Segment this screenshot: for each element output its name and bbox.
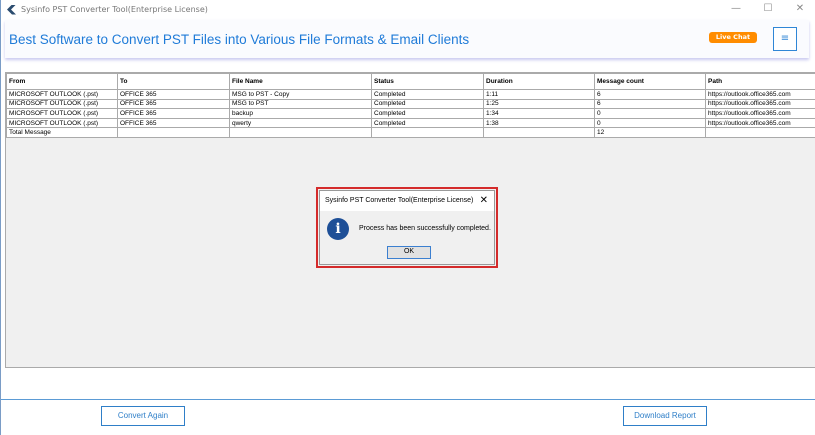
close-icon[interactable]: ✕	[784, 0, 815, 18]
table-cell: 1:34	[483, 108, 595, 119]
column-header[interactable]: To	[117, 73, 230, 90]
table-header: From To File Name Status Duration Message cou…	[6, 73, 815, 90]
table-row[interactable]: MICROSOFT OUTLOOK (.pst) OFFICE 365 qwerty…	[6, 117, 815, 129]
dialog-message: Process has been successfully completed.	[359, 225, 491, 232]
table-cell: MICROSOFT OUTLOOK (.pst)	[6, 117, 118, 129]
table-cell: 6	[594, 89, 706, 100]
table-cell: https://outlook.office365.com	[705, 89, 815, 100]
table-cell: Completed	[371, 89, 484, 100]
table-cell: Completed	[371, 117, 484, 129]
headline: Best Software to Convert PST Files into …	[9, 31, 470, 47]
table-cell: MICROSOFT OUTLOOK (.pst)	[6, 89, 118, 100]
table-cell: https://outlook.office365.com	[705, 108, 815, 119]
table-cell: MICROSOFT OUTLOOK (.pst)	[6, 98, 118, 110]
table-cell	[229, 127, 372, 138]
dialog-highlight: Sysinfo PST Converter Tool(Enterprise Li…	[316, 187, 498, 268]
app-logo-icon	[7, 4, 16, 15]
results-table: From To File Name Status Duration Message cou…	[6, 73, 815, 138]
column-header[interactable]: File Name	[229, 73, 372, 90]
table-cell: OFFICE 365	[117, 98, 230, 110]
table-cell: 0	[594, 108, 706, 119]
table-cell: qwerty	[229, 117, 372, 129]
table-row[interactable]: MICROSOFT OUTLOOK (.pst) OFFICE 365 MSG to…	[6, 89, 815, 100]
ok-button[interactable]: OK	[387, 246, 431, 259]
table-cell: OFFICE 365	[117, 89, 230, 100]
column-header[interactable]: Path	[705, 73, 815, 90]
title-bar: Sysinfo PST Converter Tool(Enterprise Li…	[1, 0, 815, 19]
table-cell: 0	[594, 117, 706, 129]
table-cell: 6	[594, 98, 706, 110]
download-report-button[interactable]: Download Report	[623, 406, 707, 426]
column-header[interactable]: Message count	[594, 73, 706, 90]
window-title: Sysinfo PST Converter Tool(Enterprise Li…	[21, 5, 208, 14]
dialog-title: Sysinfo PST Converter Tool(Enterprise Li…	[320, 191, 494, 211]
header-banner: Best Software to Convert PST Files into …	[5, 20, 809, 58]
column-header[interactable]: From	[6, 73, 118, 90]
table-cell: 1:25	[483, 98, 595, 110]
table-cell: MICROSOFT OUTLOOK (.pst)	[6, 108, 118, 119]
table-cell	[117, 127, 230, 138]
completion-dialog: Sysinfo PST Converter Tool(Enterprise Li…	[319, 190, 495, 265]
footer: Convert Again Download Report	[1, 399, 815, 435]
column-header[interactable]: Duration	[483, 73, 595, 90]
table-row[interactable]: MICROSOFT OUTLOOK (.pst) OFFICE 365 backup…	[6, 108, 815, 119]
hamburger-icon: ≡	[780, 33, 790, 44]
convert-again-button[interactable]: Convert Again	[101, 406, 185, 426]
dialog-close-icon[interactable]: ✕	[480, 191, 488, 211]
table-cell: https://outlook.office365.com	[705, 98, 815, 110]
total-row: Total Message 12	[6, 127, 815, 138]
table-cell	[705, 127, 815, 138]
table-cell	[371, 127, 484, 138]
table-cell: backup	[229, 108, 372, 119]
table-cell: Completed	[371, 98, 484, 110]
table-cell: MSG to PST - Copy	[229, 89, 372, 100]
maximize-icon[interactable]: ☐	[752, 0, 784, 18]
menu-button[interactable]: ≡	[773, 27, 797, 51]
column-header[interactable]: Status	[371, 73, 484, 90]
table-cell: 1:11	[483, 89, 595, 100]
table-cell: OFFICE 365	[117, 108, 230, 119]
table-cell: MSG to PST	[229, 98, 372, 110]
minimize-icon[interactable]: —	[720, 0, 752, 18]
live-chat-button[interactable]: Live Chat	[709, 32, 757, 43]
table-cell: Completed	[371, 108, 484, 119]
table-cell	[483, 127, 595, 138]
table-cell: 1:38	[483, 117, 595, 129]
total-label: Total Message	[6, 127, 118, 138]
table-cell: OFFICE 365	[117, 117, 230, 129]
info-icon: i	[327, 218, 349, 240]
table-cell: https://outlook.office365.com	[705, 117, 815, 129]
total-count: 12	[594, 127, 706, 138]
table-row[interactable]: MICROSOFT OUTLOOK (.pst) OFFICE 365 MSG to…	[6, 98, 815, 110]
